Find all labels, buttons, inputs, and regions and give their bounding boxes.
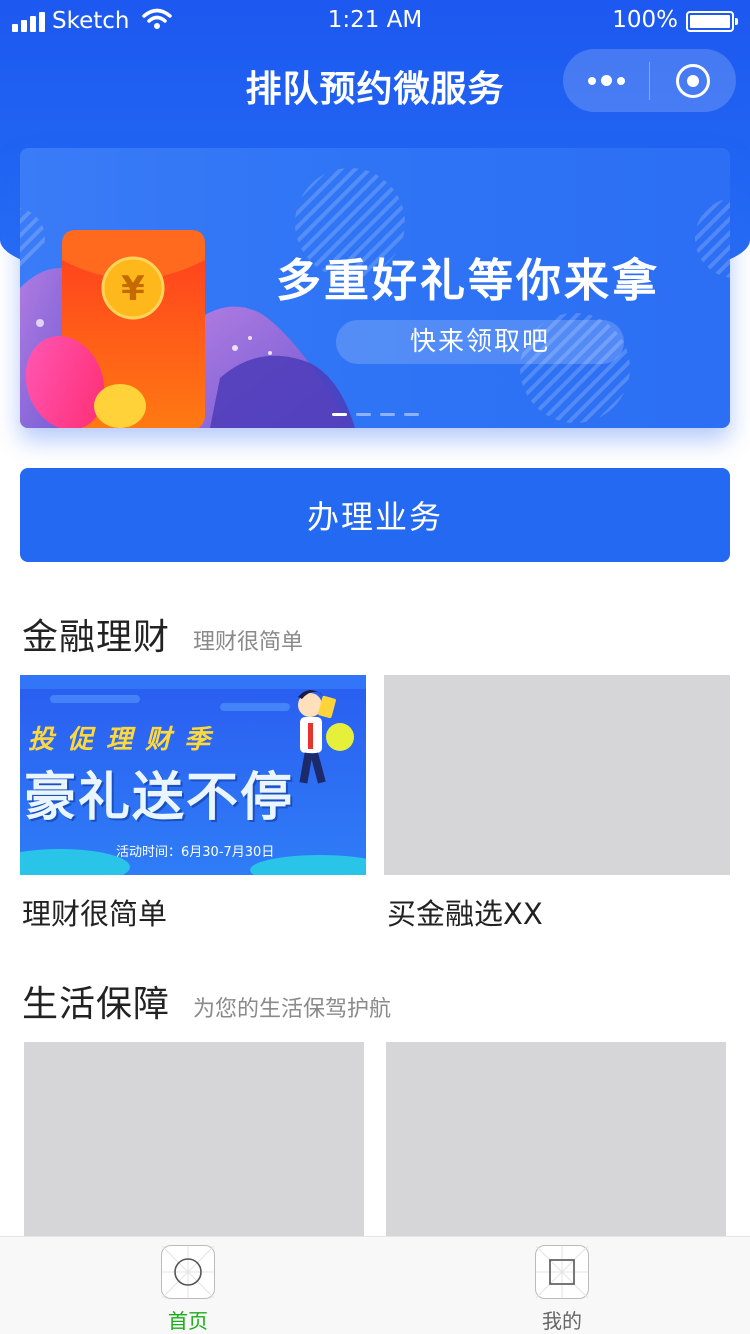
banner-pagination xyxy=(332,413,419,416)
target-icon xyxy=(676,63,710,98)
circle-icon xyxy=(161,1245,215,1299)
finance-card-image-placeholder[interactable] xyxy=(384,675,730,875)
banner-headline: 多重好礼等你来拿 xyxy=(276,254,661,307)
finance-section-subtitle: 理财很简单 xyxy=(193,630,304,655)
promo-line2: 豪礼送不停 xyxy=(24,768,295,828)
pagination-dot xyxy=(332,413,347,416)
battery-icon xyxy=(686,11,738,32)
tab-mine[interactable]: 我的 xyxy=(502,1245,622,1334)
miniprogram-capsule xyxy=(563,49,736,112)
tab-home-label: 首页 xyxy=(168,1309,208,1333)
status-bar: Sketch 1:21 AM 100% xyxy=(0,0,750,42)
life-section-subtitle: 为您的生活保驾护航 xyxy=(193,997,392,1022)
finance-section-title: 金融理财 xyxy=(22,617,171,658)
handle-business-button[interactable]: 办理业务 xyxy=(20,468,730,562)
finance-card-label[interactable]: 买金融选XX xyxy=(387,891,543,933)
life-card-image-placeholder[interactable] xyxy=(386,1042,726,1242)
life-section-title: 生活保障 xyxy=(22,984,171,1025)
life-card-image-placeholder[interactable] xyxy=(24,1042,364,1242)
pagination-dot xyxy=(356,413,371,416)
battery-percentage: 100% xyxy=(612,7,678,33)
close-miniprogram-button[interactable] xyxy=(650,49,736,112)
tab-mine-label: 我的 xyxy=(542,1309,582,1333)
yuan-symbol: ¥ xyxy=(121,269,145,309)
finance-promo-image[interactable]: 投 促 理 财 季 豪礼送不停 活动时间：6月30-7月30日 xyxy=(20,675,366,875)
banner-claim-button[interactable]: 快来领取吧 xyxy=(336,320,624,364)
square-icon xyxy=(535,1245,589,1299)
dot-icon xyxy=(587,76,596,85)
promo-line1: 投 促 理 财 季 xyxy=(28,725,213,755)
promo-banner[interactable]: ¥ 多重好礼等你来拿 快来领取吧 xyxy=(20,148,730,428)
pagination-dot xyxy=(404,413,419,416)
tab-home[interactable]: 首页 xyxy=(128,1245,248,1334)
finance-card-label[interactable]: 理财很简单 xyxy=(22,891,167,933)
dot-icon xyxy=(616,76,625,85)
bottom-tab-bar: 首页 我的 xyxy=(0,1236,750,1334)
promo-line3: 活动时间：6月30-7月30日 xyxy=(116,845,275,860)
more-menu-button[interactable] xyxy=(563,49,649,112)
pagination-dot xyxy=(380,413,395,416)
dot-icon xyxy=(600,75,612,86)
